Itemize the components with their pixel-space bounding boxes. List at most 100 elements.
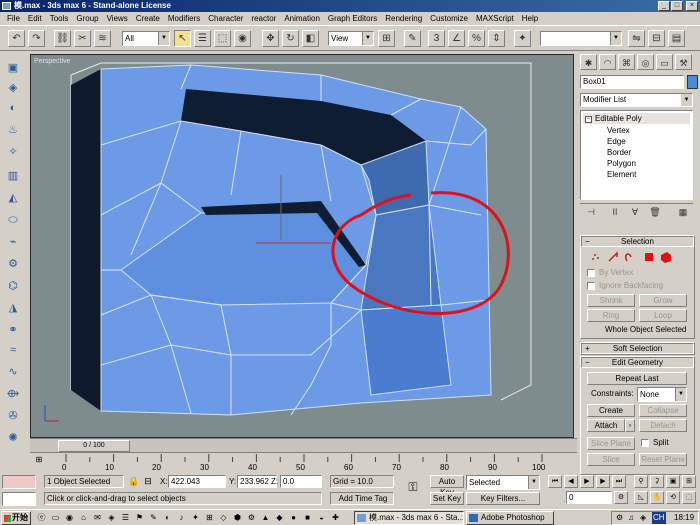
menu-group[interactable]: Group — [72, 12, 102, 25]
ie-icon[interactable]: ⓔ — [36, 512, 47, 523]
pan-icon[interactable]: ✋ — [650, 491, 664, 504]
zoom-all-icon[interactable]: ⚳ — [650, 475, 664, 488]
schematic-icon[interactable]: ◭ — [4, 189, 22, 207]
collapse-button[interactable]: Collapse — [639, 404, 687, 417]
bind-space-warp-icon[interactable]: ≋ — [94, 30, 111, 47]
layer-manager-icon[interactable]: ▤ — [668, 30, 685, 47]
element-mode-icon[interactable] — [661, 252, 671, 263]
undo-icon[interactable]: ↶ — [8, 30, 25, 47]
maximize-button[interactable]: □ — [671, 1, 683, 11]
selection-rollout-header[interactable]: − Selection — [581, 236, 694, 247]
close-button[interactable]: × — [686, 1, 698, 11]
configure-sets-icon[interactable]: ▦ — [676, 206, 690, 218]
menu-customize[interactable]: Customize — [426, 12, 472, 25]
pivot-center-icon[interactable]: ⊞ — [378, 30, 395, 47]
spinner-snap-icon[interactable]: ⇕ — [488, 30, 505, 47]
unlink-icon[interactable]: ✂ — [74, 30, 91, 47]
repeat-last-button[interactable]: Repeat Last — [587, 372, 687, 385]
media-icon[interactable]: ◉ — [64, 512, 75, 523]
reference-coord-dropdown[interactable]: View ▼ — [328, 31, 374, 46]
go-to-end-icon[interactable]: ⏭ — [612, 475, 626, 488]
arc-rotate-icon[interactable]: ⟲ — [666, 491, 680, 504]
angle-snap-icon[interactable]: ∠ — [448, 30, 465, 47]
modify-tab-icon[interactable]: ◠ — [599, 54, 616, 70]
app-launch-icon[interactable]: ▲ — [260, 512, 271, 523]
app-launch-icon[interactable]: ◆ — [274, 512, 285, 523]
app-launch-icon[interactable]: ⚙ — [246, 512, 257, 523]
render-scene-icon[interactable]: ▣ — [4, 59, 22, 77]
gear-icon[interactable]: ⚙ — [4, 255, 22, 273]
attach-list-icon[interactable]: ▫ — [625, 419, 635, 432]
vertex-mode-icon[interactable] — [592, 254, 599, 260]
constraints-dropdown[interactable]: None ▼ — [637, 387, 687, 402]
collapse-toggle-icon[interactable]: − — [585, 116, 592, 123]
auto-key-dropdown[interactable]: Selected ▼ — [466, 475, 540, 490]
percent-snap-icon[interactable]: % — [468, 30, 485, 47]
menu-help[interactable]: Help — [518, 12, 542, 25]
edit-named-selection-icon[interactable]: ✦ — [514, 30, 531, 47]
stack-item-editable-poly[interactable]: − Editable Poly — [583, 113, 690, 124]
menu-rendering[interactable]: Rendering — [381, 12, 426, 25]
next-frame-icon[interactable]: ▶ — [596, 475, 610, 488]
by-vertex-checkbox[interactable] — [587, 269, 595, 277]
app-launch-icon[interactable]: ◐ — [162, 512, 173, 523]
mini-curve-icon[interactable]: ⊞ — [32, 455, 46, 464]
mirror-icon[interactable]: ⇋ — [628, 30, 645, 47]
camera-icon[interactable]: ✇ — [4, 407, 22, 425]
morph-icon[interactable]: ⟴ — [4, 385, 22, 403]
security-icon[interactable]: ◈ — [640, 512, 646, 524]
viewport-label[interactable]: Perspective — [34, 58, 71, 65]
cylinder-icon[interactable]: ⬭ — [4, 211, 22, 229]
menu-maxscript[interactable]: MAXScript — [472, 12, 518, 25]
stack-sub-border[interactable]: Border — [607, 147, 631, 158]
pin-stack-icon[interactable]: ⊣ — [584, 206, 598, 218]
shrink-button[interactable]: Shrink — [587, 294, 635, 307]
zoom-extents-all-icon[interactable]: ⊞ — [682, 475, 696, 488]
z-coordinate-field[interactable]: 0.0 — [280, 475, 322, 488]
minimize-button[interactable]: _ — [658, 1, 670, 11]
desktop-icon[interactable]: ▭ — [50, 512, 61, 523]
shape-icon[interactable]: ◮ — [4, 299, 22, 317]
material-editor-icon[interactable]: ◐ — [4, 99, 22, 117]
x-coordinate-field[interactable]: 422.043 — [168, 475, 226, 488]
remove-modifier-icon[interactable]: 🗑 — [648, 206, 662, 218]
create-button[interactable]: Create — [587, 404, 635, 417]
menu-views[interactable]: Views — [103, 12, 132, 25]
fov-icon[interactable]: ◺ — [634, 491, 648, 504]
input-language-indicator[interactable]: CH — [652, 512, 666, 524]
app-launch-icon[interactable]: ◈ — [106, 512, 117, 523]
redo-icon[interactable]: ↷ — [28, 30, 45, 47]
app-launch-icon[interactable]: ⌂ — [78, 512, 89, 523]
deform-icon[interactable]: ⌬ — [4, 277, 22, 295]
taskbar-photoshop[interactable]: Adobe Photoshop — [466, 511, 554, 525]
particle-icon[interactable]: ✧ — [4, 143, 22, 161]
menu-modifiers[interactable]: Modifiers — [164, 12, 204, 25]
app-launch-icon[interactable]: ✉ — [92, 512, 103, 523]
motion-tab-icon[interactable]: ◎ — [637, 54, 654, 70]
hierarchy-tab-icon[interactable]: ⌘ — [618, 54, 635, 70]
app-launch-icon[interactable]: ■ — [302, 512, 313, 523]
menu-reactor[interactable]: reactor — [247, 12, 280, 25]
soft-selection-header[interactable]: + Soft Selection — [581, 343, 694, 354]
snap-3d-icon[interactable]: 3 — [428, 30, 445, 47]
menu-graph-editors[interactable]: Graph Editors — [324, 12, 381, 25]
show-end-result-icon[interactable]: ǀǀ — [608, 206, 622, 218]
utilities-tab-icon[interactable]: ⚒ — [675, 54, 692, 70]
light-icon[interactable]: ✺ — [4, 429, 22, 447]
app-launch-icon[interactable]: ♪ — [176, 512, 187, 523]
edit-geometry-header[interactable]: − Edit Geometry — [581, 357, 694, 368]
reset-plane-button[interactable]: Reset Plane — [639, 453, 687, 466]
network-icon[interactable]: ⚙ — [616, 512, 623, 524]
ring-button[interactable]: Ring — [587, 309, 635, 322]
go-to-start-icon[interactable]: ⏮ — [548, 475, 562, 488]
absolute-mode-icon[interactable]: ⊟ — [142, 476, 154, 488]
app-launch-icon[interactable]: ⬢ — [232, 512, 243, 523]
maximize-viewport-icon[interactable]: ⬚ — [682, 491, 696, 504]
app-launch-icon[interactable]: ● — [288, 512, 299, 523]
track-bar[interactable]: ⊞ 0 10 20 30 40 50 60 70 80 90 100 — [30, 452, 577, 474]
menu-animation[interactable]: Animation — [280, 12, 324, 25]
menu-edit[interactable]: Edit — [24, 12, 46, 25]
slice-plane-button[interactable]: Slice Plane — [587, 437, 635, 450]
rotate-icon[interactable]: ↻ — [282, 30, 299, 47]
window-crossing-icon[interactable]: ◉ — [234, 30, 251, 47]
